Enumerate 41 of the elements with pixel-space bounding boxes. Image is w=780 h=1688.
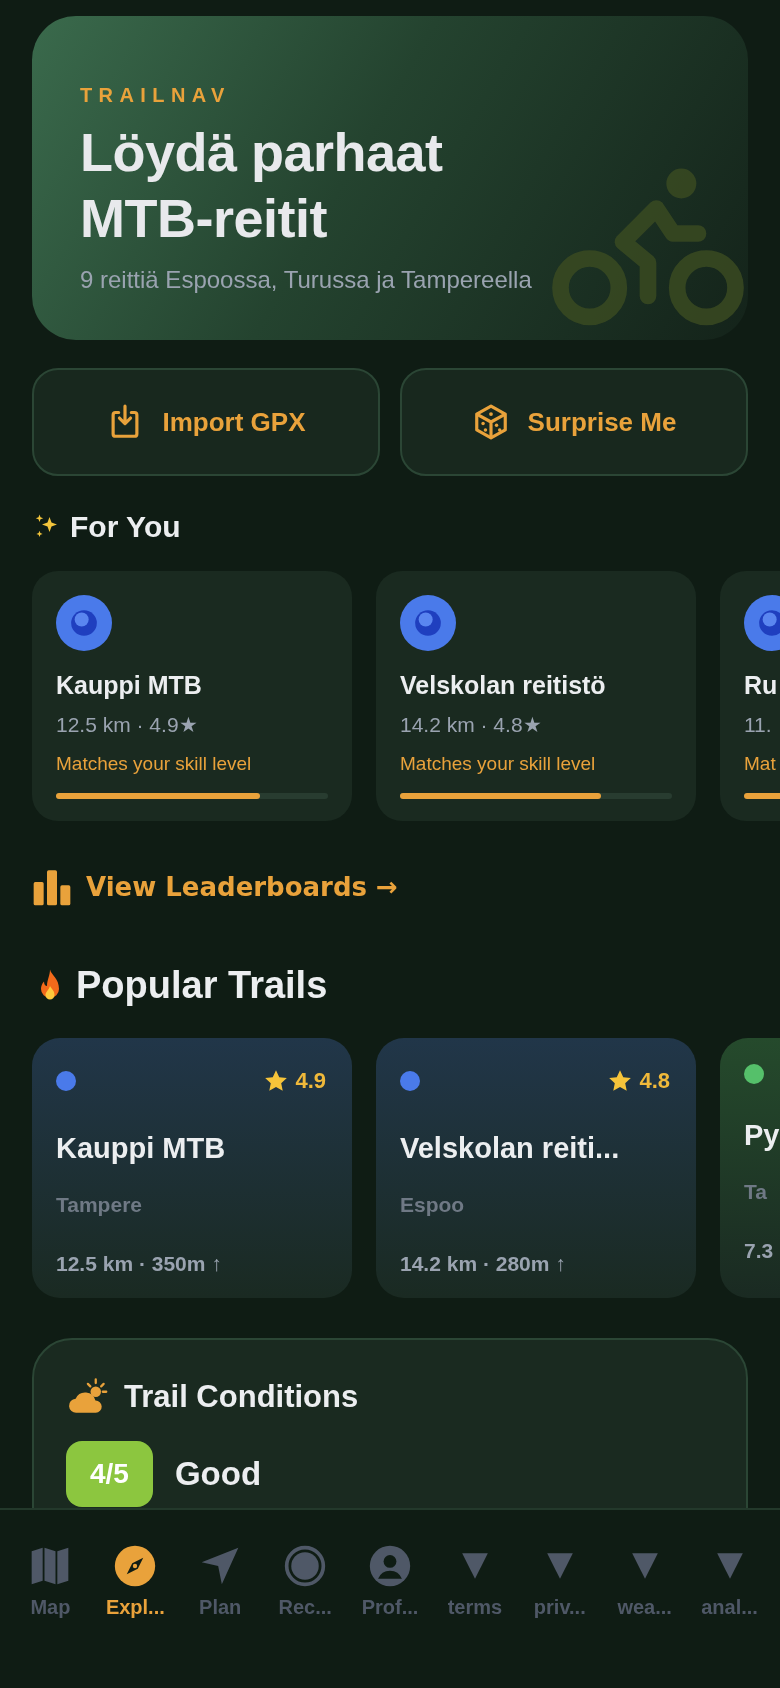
trail-card[interactable]: Velskolan reitistö 14.2 km · 4.8★ Matches your skill level — [376, 571, 696, 821]
trail-card[interactable]: Py Ta 7.3 — [720, 1038, 780, 1298]
score-badge: 4/5 — [66, 1440, 153, 1507]
compass-icon — [113, 1544, 158, 1588]
brand-name: TRAILNAV — [80, 83, 232, 108]
record-icon — [283, 1544, 328, 1588]
trail-name: Kauppi MTB — [56, 1131, 227, 1166]
rating: 4.9 — [295, 1067, 326, 1095]
trail-name: Kauppi MTB — [56, 670, 203, 701]
section-heading: For You — [70, 509, 181, 545]
bar-chart-icon — [32, 867, 72, 907]
trail-meta: 14.2 km · 4.8★ — [400, 711, 543, 738]
trail-card[interactable]: Kauppi MTB 12.5 km · 4.9★ Matches your skill level — [32, 571, 352, 821]
import-button[interactable]: Import GPX — [32, 368, 380, 476]
leaderboards-link[interactable]: View Leaderboards → — [86, 867, 398, 907]
trail-name: Velskolan reitistö — [400, 670, 607, 701]
match-reason: Matches your skill level — [56, 752, 253, 776]
trail-stats: 14.2 km · 280m ↑ — [400, 1251, 567, 1277]
trail-name: Velskolan reiti... — [400, 1131, 621, 1166]
trail-name: Py — [744, 1118, 780, 1153]
rating: 4.8 — [639, 1067, 670, 1095]
conditions-title: Trail Conditions — [124, 1378, 359, 1416]
hero-title: Löydä parhaat MTB-reitit — [80, 121, 444, 250]
trail-name: Ru — [744, 670, 779, 701]
trail-card[interactable]: 4.8 Velskolan reiti... Espoo 14.2 km · 280m ↑ — [376, 1038, 696, 1298]
trail-city: Ta — [744, 1178, 768, 1205]
match-reason: Matches your skill level — [400, 752, 597, 776]
trail-card[interactable]: 4.9 Kauppi MTB Tampere 12.5 km · 350m ↑ — [32, 1038, 352, 1298]
surprise-button[interactable]: Surprise Me — [400, 368, 748, 476]
section-heading: Popular Trails — [76, 963, 328, 1008]
trail-stats: 12.5 km · 350m ↑ — [56, 1251, 223, 1277]
trail-meta: 12.5 km · 4.9★ — [56, 711, 199, 738]
profile-icon — [368, 1544, 412, 1588]
trail-meta: 11. — [744, 711, 773, 738]
hero-subtitle: 9 reittiä Espoossa, Turussa ja Tampereella — [80, 264, 533, 295]
trail-stats: 7.3 — [744, 1238, 775, 1264]
trail-city: Tampere — [56, 1191, 143, 1218]
trail-city: Espoo — [400, 1191, 466, 1218]
nav-tab[interactable]: Expl... — [92, 1544, 178, 1688]
match-reason: Mat — [744, 752, 777, 776]
condition-label: Good — [174, 1453, 262, 1494]
